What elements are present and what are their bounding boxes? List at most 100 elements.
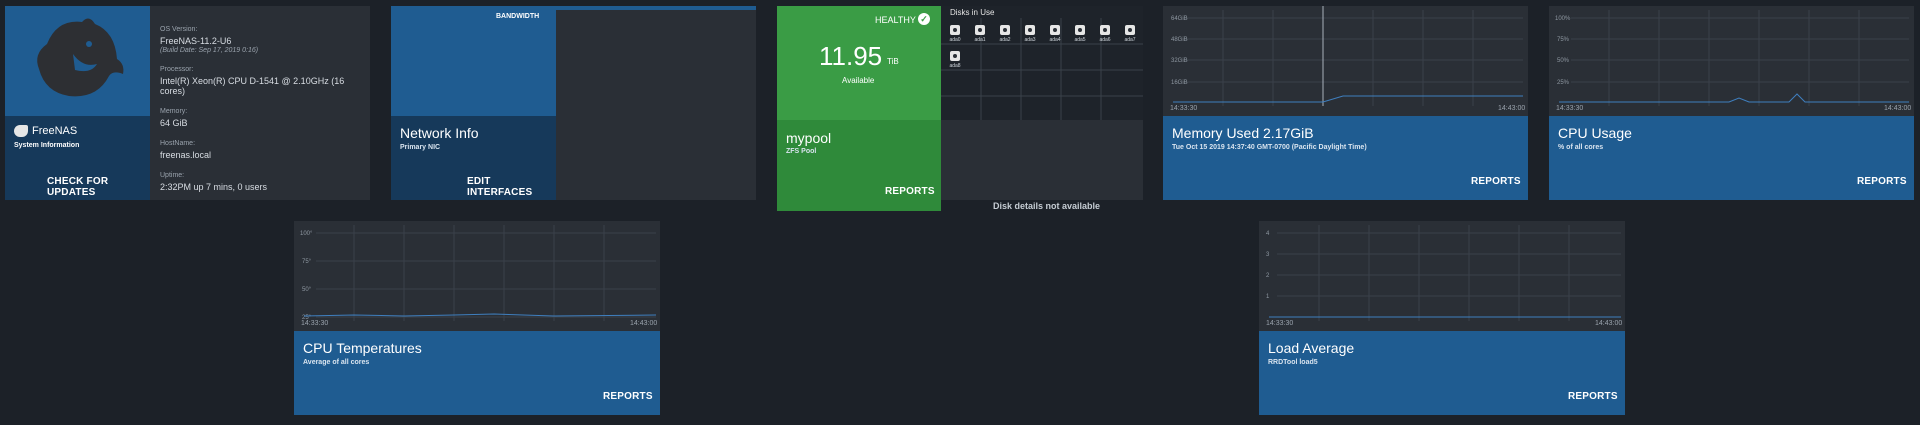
load-t-start: 14:33:30 (1266, 320, 1294, 327)
cpu-grid (1571, 10, 1909, 106)
memory-card: 64GiB 48GiB 32GiB 16GiB 14:33:30 14:43:0… (1163, 6, 1528, 200)
hostname: freenas.local (160, 150, 212, 160)
cpu-ytick: 25% (1557, 80, 1570, 86)
disk-item[interactable]: ada5 (1071, 25, 1089, 49)
network-title-panel: Network Info Primary NIC EDIT INTERFACES (391, 116, 556, 200)
system-details: OS Version: FreeNAS-11.2-U6 (Build Date:… (160, 26, 365, 192)
temps-grid (316, 225, 656, 321)
disk-item[interactable]: ada2 (996, 25, 1014, 49)
cpu-ytick: 75% (1557, 37, 1570, 43)
memory-value: 64 GiB (160, 118, 188, 128)
cpu-ytick: 50% (1557, 58, 1570, 64)
temps-series-line (303, 313, 657, 317)
logo-panel (5, 6, 150, 116)
cpu-temps-card: 100° 75° 50° 25° 14:33:30 14:43:00 CPU T… (294, 221, 660, 415)
disk-label: ada2 (999, 37, 1011, 43)
disk-label: ada3 (1024, 37, 1036, 43)
cpu-usage-card: 100% 75% 50% 25% 14:33:30 14:43:00 CPU U… (1549, 6, 1914, 200)
hard-drive-icon (1025, 25, 1035, 35)
disk-label: ada0 (949, 37, 961, 43)
temps-t-start: 14:33:30 (301, 320, 329, 327)
cpu-subtitle: % of all cores (1558, 144, 1604, 151)
cpu-reports-button[interactable]: REPORTS (1857, 176, 1907, 187)
check-updates-button[interactable]: CHECK FOR UPDATES (47, 176, 150, 198)
memory-series-line (1173, 95, 1523, 103)
disk-item[interactable]: ada3 (1021, 25, 1039, 49)
freenas-shark-logo-icon (37, 18, 124, 97)
cpu-series-line (1559, 93, 1909, 103)
temps-reports-button[interactable]: REPORTS (603, 391, 653, 402)
disk-item[interactable]: ada4 (1046, 25, 1064, 49)
network-subtitle: Primary NIC (400, 144, 441, 151)
brand-panel: FreeNAS System Information CHECK FOR UPD… (5, 116, 150, 200)
load-ytick: 4 (1266, 231, 1270, 237)
processor-label: Processor: (160, 66, 194, 73)
memory-ytick: 16GiB (1171, 80, 1188, 86)
uptime: 2:32PM up 7 mins, 0 users (160, 182, 268, 192)
disk-details-panel (941, 120, 1143, 200)
temps-t-end: 14:43:00 (630, 320, 658, 327)
hard-drive-icon (1125, 25, 1135, 35)
memory-t-start: 14:33:30 (1170, 105, 1198, 112)
hard-drive-icon (1075, 25, 1085, 35)
temps-chart: 100° 75° 50° 25° (300, 225, 657, 321)
pool-size-unit: TiB (887, 57, 899, 66)
cpu-ytick: 100% (1555, 16, 1571, 22)
disk-item[interactable]: ada7 (1121, 25, 1139, 49)
memory-grid (1185, 10, 1523, 106)
pool-size: 11.95 (819, 41, 883, 71)
load-reports-button[interactable]: REPORTS (1568, 391, 1618, 402)
os-version-label: OS Version: (160, 26, 198, 33)
disk-item[interactable]: ada6 (1096, 25, 1114, 49)
memory-reports-button[interactable]: REPORTS (1471, 176, 1521, 187)
memory-label: Memory: (160, 108, 188, 115)
hard-drive-icon (1100, 25, 1110, 35)
pool-name: mypool (786, 130, 832, 146)
uptime-label: Uptime: (160, 172, 185, 179)
load-t-end: 14:43:00 (1595, 320, 1623, 327)
cpu-title: CPU Usage (1558, 125, 1632, 141)
disk-item[interactable]: ada1 (971, 25, 989, 49)
cpu-t-end: 14:43:00 (1884, 105, 1912, 112)
memory-ytick: 64GiB (1171, 16, 1188, 22)
disk-item[interactable]: ada8 (946, 51, 964, 75)
load-grid (1277, 225, 1621, 321)
memory-t-end: 14:43:00 (1498, 105, 1526, 112)
disk-label: ada1 (974, 37, 986, 43)
disk-item[interactable]: ada0 (946, 25, 964, 49)
check-circle-icon: ✓ (918, 13, 930, 25)
load-ytick: 1 (1266, 294, 1270, 300)
os-version: FreeNAS-11.2-U6 (160, 36, 232, 46)
hostname-label: HostName: (160, 140, 196, 147)
disk-details-unavailable: Disk details not available (993, 201, 1101, 211)
available-label: Available (842, 76, 875, 85)
load-subtitle: RRDTool load5 (1268, 359, 1318, 366)
memory-footer: Memory Used 2.17GiB Tue Oct 15 2019 14:3… (1163, 116, 1528, 200)
temps-subtitle: Average of all cores (303, 359, 370, 366)
temps-ytick: 75° (302, 259, 312, 265)
build-date: (Build Date: Sep 17, 2019 0:16) (160, 47, 259, 54)
pool-name-panel: mypool ZFS Pool REPORTS (777, 120, 941, 211)
healthy-label: HEALTHY (875, 15, 916, 25)
disk-label: ada8 (949, 63, 961, 69)
card-label: System Information (14, 142, 80, 149)
load-chart: 4 3 2 1 (1266, 225, 1621, 321)
disk-label: ada4 (1049, 37, 1061, 43)
disk-label: ada6 (1099, 37, 1111, 43)
hard-drive-icon (950, 25, 960, 35)
temps-title: CPU Temperatures (303, 340, 422, 356)
hard-drive-icon (950, 51, 960, 61)
disks-panel: Disks in Use ada0 ada1 ada2 ada3 ada4 ada5 ada… (941, 6, 1143, 122)
network-info-card: BANDWIDTH Network Info Primary NIC EDIT … (391, 6, 756, 200)
pool-reports-button[interactable]: REPORTS (885, 186, 935, 197)
pool-type: ZFS Pool (786, 148, 817, 155)
load-title: Load Average (1268, 340, 1355, 356)
load-average-card: 4 3 2 1 14:33:30 14:43:00 Load Average R… (1259, 221, 1625, 415)
freenas-small-logo-icon (14, 125, 28, 137)
load-ytick: 3 (1266, 252, 1270, 258)
edit-interfaces-button[interactable]: EDIT INTERFACES (467, 176, 556, 198)
bandwidth-label: BANDWIDTH (496, 13, 540, 20)
memory-ytick: 48GiB (1171, 37, 1188, 43)
load-ytick: 2 (1266, 273, 1270, 279)
temps-ytick: 50° (302, 287, 312, 293)
